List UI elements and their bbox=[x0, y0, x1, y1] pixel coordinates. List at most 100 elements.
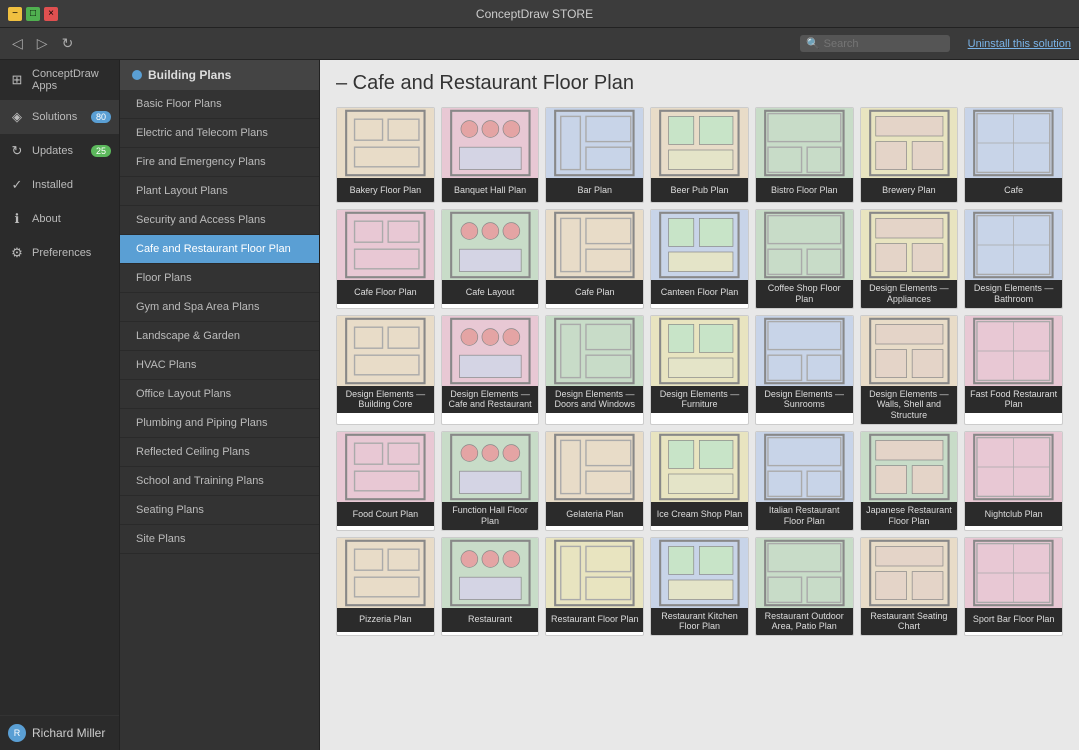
nav-item-15[interactable]: Site Plans bbox=[120, 525, 319, 554]
grid-thumb-10 bbox=[651, 210, 748, 280]
grid-thumb-31 bbox=[651, 538, 748, 608]
grid-thumb-2 bbox=[546, 108, 643, 178]
uninstall-link[interactable]: Uninstall this solution bbox=[968, 38, 1071, 50]
grid-item-4[interactable]: Bistro Floor Plan bbox=[755, 107, 854, 203]
back-button[interactable]: ◁ bbox=[8, 33, 27, 54]
grid-label-33: Restaurant Seating Chart bbox=[861, 608, 958, 636]
grid-item-14[interactable]: Design Elements — Building Core bbox=[336, 315, 435, 425]
grid-item-6[interactable]: Cafe bbox=[964, 107, 1063, 203]
nav-item-8[interactable]: Landscape & Garden bbox=[120, 322, 319, 351]
grid-thumb-34 bbox=[965, 538, 1062, 608]
grid-thumb-4 bbox=[756, 108, 853, 178]
grid-item-29[interactable]: Restaurant bbox=[441, 537, 540, 637]
title-bar: − □ × ConceptDraw STORE bbox=[0, 0, 1079, 28]
grid-item-31[interactable]: Restaurant Kitchen Floor Plan bbox=[650, 537, 749, 637]
grid-item-2[interactable]: Bar Plan bbox=[545, 107, 644, 203]
grid-item-26[interactable]: Japanese Restaurant Floor Plan bbox=[860, 431, 959, 531]
grid-item-12[interactable]: Design Elements — Appliances bbox=[860, 209, 959, 309]
grid-item-33[interactable]: Restaurant Seating Chart bbox=[860, 537, 959, 637]
nav-item-6[interactable]: Floor Plans bbox=[120, 264, 319, 293]
nav-item-10[interactable]: Office Layout Plans bbox=[120, 380, 319, 409]
grid-thumb-14 bbox=[337, 316, 434, 386]
grid-thumb-23 bbox=[546, 432, 643, 502]
nav-item-1[interactable]: Electric and Telecom Plans bbox=[120, 119, 319, 148]
grid-item-24[interactable]: Ice Cream Shop Plan bbox=[650, 431, 749, 531]
solutions-badge: 80 bbox=[91, 111, 111, 123]
grid-item-9[interactable]: Cafe Plan bbox=[545, 209, 644, 309]
sidebar-label-installed: Installed bbox=[32, 179, 73, 191]
search-input[interactable] bbox=[824, 38, 944, 50]
grid-item-34[interactable]: Sport Bar Floor Plan bbox=[964, 537, 1063, 637]
grid-thumb-33 bbox=[861, 538, 958, 608]
grid-item-27[interactable]: Nightclub Plan bbox=[964, 431, 1063, 531]
grid-thumb-6 bbox=[965, 108, 1062, 178]
grid-item-1[interactable]: Banquet Hall Plan bbox=[441, 107, 540, 203]
grid-item-21[interactable]: Food Court Plan bbox=[336, 431, 435, 531]
title-bar-window-controls: − □ × bbox=[8, 7, 58, 21]
user-profile[interactable]: R Richard Miller bbox=[0, 715, 119, 750]
updates-icon: ↻ bbox=[8, 142, 26, 160]
grid-item-3[interactable]: Beer Pub Plan bbox=[650, 107, 749, 203]
grid-item-16[interactable]: Design Elements — Doors and Windows bbox=[545, 315, 644, 425]
grid-label-2: Bar Plan bbox=[546, 178, 643, 202]
grid-item-8[interactable]: Cafe Layout bbox=[441, 209, 540, 309]
nav-item-7[interactable]: Gym and Spa Area Plans bbox=[120, 293, 319, 322]
sidebar-item-installed[interactable]: ✓ Installed bbox=[0, 168, 119, 202]
sidebar-item-preferences[interactable]: ⚙ Preferences bbox=[0, 236, 119, 270]
sidebar-item-about[interactable]: ℹ About bbox=[0, 202, 119, 236]
sidebar-item-solutions[interactable]: ◈ Solutions 80 bbox=[0, 100, 119, 134]
main-layout: ⊞ ConceptDraw Apps ◈ Solutions 80 ↻ Upda… bbox=[0, 60, 1079, 750]
nav-item-4[interactable]: Security and Access Plans bbox=[120, 206, 319, 235]
grid-label-25: Italian Restaurant Floor Plan bbox=[756, 502, 853, 530]
minimize-button[interactable]: − bbox=[8, 7, 22, 21]
nav-item-5[interactable]: Cafe and Restaurant Floor Plan bbox=[120, 235, 319, 264]
nav-header-label: Building Plans bbox=[148, 68, 231, 82]
grid-item-23[interactable]: Gelateria Plan bbox=[545, 431, 644, 531]
preferences-icon: ⚙ bbox=[8, 244, 26, 262]
grid-label-19: Design Elements — Walls, Shell and Struc… bbox=[861, 386, 958, 424]
maximize-button[interactable]: □ bbox=[26, 7, 40, 21]
grid-thumb-22 bbox=[442, 432, 539, 502]
grid-item-15[interactable]: Design Elements — Cafe and Restaurant bbox=[441, 315, 540, 425]
sidebar-item-apps[interactable]: ⊞ ConceptDraw Apps bbox=[0, 60, 119, 100]
grid-item-19[interactable]: Design Elements — Walls, Shell and Struc… bbox=[860, 315, 959, 425]
forward-button[interactable]: ▷ bbox=[33, 33, 52, 54]
grid-label-22: Function Hall Floor Plan bbox=[442, 502, 539, 530]
grid-item-30[interactable]: Restaurant Floor Plan bbox=[545, 537, 644, 637]
grid-thumb-16 bbox=[546, 316, 643, 386]
refresh-button[interactable]: ↻ bbox=[58, 33, 78, 54]
grid-item-28[interactable]: Pizzeria Plan bbox=[336, 537, 435, 637]
grid-item-11[interactable]: Coffee Shop Floor Plan bbox=[755, 209, 854, 309]
sidebar-item-updates[interactable]: ↻ Updates 25 bbox=[0, 134, 119, 168]
grid-label-21: Food Court Plan bbox=[337, 502, 434, 526]
nav-item-13[interactable]: School and Training Plans bbox=[120, 467, 319, 496]
grid-thumb-17 bbox=[651, 316, 748, 386]
sidebar-label-updates: Updates bbox=[32, 145, 73, 157]
grid-item-7[interactable]: Cafe Floor Plan bbox=[336, 209, 435, 309]
grid-thumb-9 bbox=[546, 210, 643, 280]
grid-item-18[interactable]: Design Elements — Sunrooms bbox=[755, 315, 854, 425]
nav-item-3[interactable]: Plant Layout Plans bbox=[120, 177, 319, 206]
grid-item-13[interactable]: Design Elements — Bathroom bbox=[964, 209, 1063, 309]
grid-item-25[interactable]: Italian Restaurant Floor Plan bbox=[755, 431, 854, 531]
nav-item-9[interactable]: HVAC Plans bbox=[120, 351, 319, 380]
grid-label-34: Sport Bar Floor Plan bbox=[965, 608, 1062, 632]
nav-header: Building Plans bbox=[120, 60, 319, 90]
grid-item-10[interactable]: Canteen Floor Plan bbox=[650, 209, 749, 309]
nav-item-14[interactable]: Seating Plans bbox=[120, 496, 319, 525]
grid-label-11: Coffee Shop Floor Plan bbox=[756, 280, 853, 308]
grid-label-0: Bakery Floor Plan bbox=[337, 178, 434, 202]
grid-thumb-12 bbox=[861, 210, 958, 280]
close-button[interactable]: × bbox=[44, 7, 58, 21]
grid-item-17[interactable]: Design Elements — Furniture bbox=[650, 315, 749, 425]
grid-item-0[interactable]: Bakery Floor Plan bbox=[336, 107, 435, 203]
grid-item-20[interactable]: Fast Food Restaurant Plan bbox=[964, 315, 1063, 425]
nav-item-11[interactable]: Plumbing and Piping Plans bbox=[120, 409, 319, 438]
grid-item-5[interactable]: Brewery Plan bbox=[860, 107, 959, 203]
nav-item-12[interactable]: Reflected Ceiling Plans bbox=[120, 438, 319, 467]
nav-item-2[interactable]: Fire and Emergency Plans bbox=[120, 148, 319, 177]
nav-item-0[interactable]: Basic Floor Plans bbox=[120, 90, 319, 119]
grid-item-32[interactable]: Restaurant Outdoor Area, Patio Plan bbox=[755, 537, 854, 637]
grid-item-22[interactable]: Function Hall Floor Plan bbox=[441, 431, 540, 531]
grid-label-1: Banquet Hall Plan bbox=[442, 178, 539, 202]
